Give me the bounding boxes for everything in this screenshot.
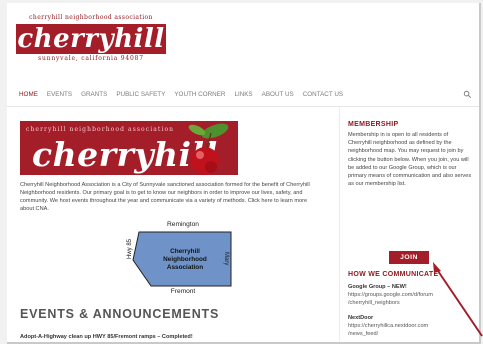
map-label-line2: Neighborhood bbox=[163, 256, 207, 263]
hero-banner: cherryhill neighborhood association cher… bbox=[20, 121, 238, 175]
map-label: Cherryhill Neighborhood Association bbox=[155, 248, 215, 272]
communicate-heading: HOW WE COMMUNICATE bbox=[348, 271, 439, 278]
map-street-top: Remington bbox=[167, 221, 199, 228]
channel-name: Google Group – NEW! bbox=[348, 284, 407, 290]
search-icon[interactable] bbox=[463, 90, 472, 99]
nav-item-home[interactable]: HOME bbox=[19, 90, 38, 100]
logo-tagline-bottom: sunnyvale, california 94087 bbox=[38, 55, 144, 62]
neighborhood-map[interactable]: Remington Cherryhill Neighborhood Associ… bbox=[119, 221, 247, 297]
banner-tagline: cherryhill neighborhood association bbox=[26, 126, 175, 133]
channel-list: Google Group – NEW! https://groups.googl… bbox=[348, 283, 474, 342]
logo-wordmark: cherryhill bbox=[17, 24, 165, 54]
page: cherryhill neighborhood association cher… bbox=[7, 3, 481, 344]
site-logo[interactable]: cherryhill neighborhood association cher… bbox=[16, 13, 166, 63]
intro-paragraph: Cherryhill Neighborhood Association is a… bbox=[20, 182, 310, 213]
map-label-line3: Association bbox=[166, 264, 204, 271]
events-heading: EVENTS & ANNOUNCEMENTS bbox=[20, 307, 220, 321]
join-button[interactable]: JOIN bbox=[389, 251, 429, 264]
main-nav: HOME EVENTS GRANTS PUBLIC SAFETY YOUTH C… bbox=[19, 89, 474, 101]
nav-item-links[interactable]: LINKS bbox=[234, 90, 252, 100]
nav-item-youth-corner[interactable]: YOUTH CORNER bbox=[174, 90, 225, 100]
map-street-bottom: Fremont bbox=[170, 288, 196, 295]
channel-name: NextDoor bbox=[348, 315, 374, 321]
event-post-link[interactable]: Adopt-A-Highway clean up HWY 85/Fremont … bbox=[20, 333, 193, 341]
nav-item-grants[interactable]: GRANTS bbox=[81, 90, 107, 100]
logo-tagline-top: cherryhill neighborhood association bbox=[29, 14, 153, 21]
column-divider bbox=[339, 107, 340, 342]
channel-google-group: Google Group – NEW! https://groups.googl… bbox=[348, 283, 474, 307]
nav-item-about-us[interactable]: ABOUT US bbox=[262, 90, 294, 100]
membership-text: Membership in is open to all residents o… bbox=[348, 132, 472, 188]
channel-nextdoor: NextDoor https://cherryhillca.nextdoor.c… bbox=[348, 314, 474, 338]
map-label-line1: Cherryhill bbox=[170, 248, 200, 255]
channel-url-link[interactable]: https://cherryhillca.nextdoor.com bbox=[348, 322, 474, 330]
channel-url-link-cont[interactable]: /news_feed/ bbox=[348, 330, 474, 338]
membership-heading: MEMBERSHIP bbox=[348, 121, 399, 128]
main-content: cherryhill neighborhood association cher… bbox=[19, 107, 339, 342]
map-street-left: Hwy 85 bbox=[127, 238, 133, 259]
channel-url-link-cont[interactable]: /cherryhill_neighbors bbox=[348, 299, 474, 307]
logo-band: cherryhill bbox=[16, 24, 166, 54]
nav-item-events[interactable]: EVENTS bbox=[47, 90, 72, 100]
sidebar: MEMBERSHIP Membership in is open to all … bbox=[348, 107, 474, 342]
map-street-right: Mary bbox=[223, 252, 229, 266]
cherry-image bbox=[188, 123, 229, 175]
channel-url-link[interactable]: https://groups.google.com/d/forum bbox=[348, 291, 474, 299]
nav-item-contact-us[interactable]: CONTACT US bbox=[303, 90, 343, 100]
nav-item-public-safety[interactable]: PUBLIC SAFETY bbox=[116, 90, 165, 100]
